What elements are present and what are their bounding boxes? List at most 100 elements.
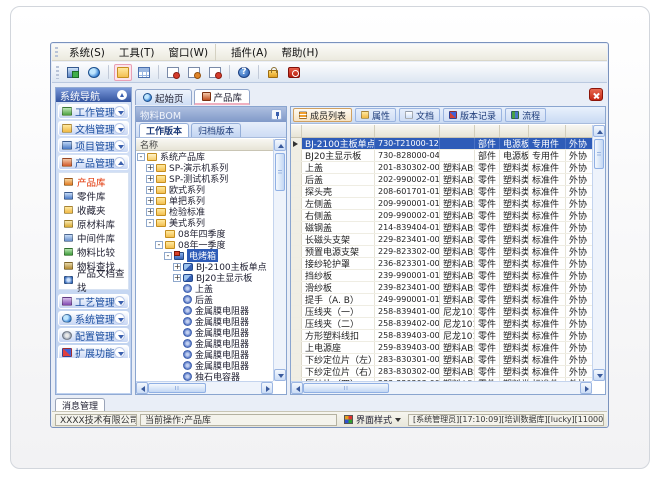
menu-item[interactable]: 工具(T) xyxy=(112,44,162,61)
sidebar-item[interactable]: 零件库 xyxy=(59,189,128,203)
table-column-header[interactable] xyxy=(475,125,500,137)
BJ20主显示板[interactable]: BJ20主显示板 730-828000-04E 部件 电源板 专用件 外协 颗 xyxy=(291,150,592,162)
tree-scroll-thumb[interactable] xyxy=(275,153,285,191)
滑纱板[interactable]: 滑纱板 239-823401-00E 塑料ABS 零件 塑料类 标准件 外协 条 xyxy=(291,282,592,294)
tree-expander-icon[interactable]: + xyxy=(146,164,154,172)
toolbar-grip[interactable] xyxy=(55,47,58,58)
tree-expander-icon[interactable]: + xyxy=(146,175,154,183)
menu-item[interactable]: 帮助(H) xyxy=(274,44,325,61)
table-column-header[interactable] xyxy=(500,125,529,137)
chevron-icon[interactable] xyxy=(114,296,125,307)
table-column-header[interactable] xyxy=(566,125,592,137)
sidebar-item[interactable]: 原材料库 xyxy=(59,217,128,231)
tree-vertical-scrollbar[interactable] xyxy=(273,139,286,381)
table-column-header[interactable] xyxy=(375,125,440,137)
tree-expander-icon[interactable]: + xyxy=(146,197,154,205)
member-tab[interactable]: 属性 xyxy=(355,108,396,122)
tree-horizontal-scrollbar[interactable] xyxy=(136,381,273,394)
tree-expander-icon[interactable]: + xyxy=(173,263,181,271)
exit-icon[interactable] xyxy=(285,64,303,81)
长磁头支架[interactable]: 长磁头支架 229-823401-00E 塑料ABS 零件 塑料类 标准件 外协… xyxy=(291,234,592,246)
new-document-icon[interactable] xyxy=(164,64,182,81)
压线夹（二）[interactable]: 压线夹（二） 258-839402-00E 尼龙1010 零件 塑料类 标准件 … xyxy=(291,318,592,330)
table-vertical-scrollbar[interactable] xyxy=(592,125,605,381)
ui-style-button[interactable]: 界面样式 xyxy=(340,413,405,426)
sidebar-group[interactable]: 文档管理 xyxy=(58,121,129,136)
tree-expander-icon[interactable] xyxy=(173,373,181,381)
delete-document-icon[interactable] xyxy=(206,64,224,81)
sidebar-item[interactable]: 产品库 xyxy=(59,175,128,189)
lock-icon[interactable] xyxy=(264,64,282,81)
scroll-up-icon[interactable] xyxy=(593,125,605,137)
下纱定位片（左）[interactable]: 下纱定位片（左） 283-830301-00E 塑料ABS 零件 塑料类 标准件… xyxy=(291,354,592,366)
scroll-down-icon[interactable] xyxy=(274,369,286,381)
collapse-sidebar-icon[interactable] xyxy=(117,90,127,100)
pin-icon[interactable] xyxy=(271,109,282,120)
右侧盖[interactable]: 右侧盖 209-990002-01E 塑料ABS 零件 塑料类 标准件 外协 条 xyxy=(291,210,592,222)
menu-item[interactable]: 插件(A) xyxy=(224,44,274,61)
toolbar-grip[interactable] xyxy=(56,66,59,79)
sidebar-group[interactable]: 产品管理 xyxy=(58,155,129,170)
tree-expander-icon[interactable] xyxy=(155,230,163,238)
后盖[interactable]: 后盖 202-990002-01E 塑料ABS 零件 塑料类 标准件 外协 条 xyxy=(291,174,592,186)
edit-document-icon[interactable] xyxy=(185,64,203,81)
tree-expander-icon[interactable]: + xyxy=(146,208,154,216)
document-tab[interactable]: 起始页 xyxy=(135,89,192,105)
tree-expander-icon[interactable] xyxy=(173,340,181,348)
sidebar-group[interactable]: 工艺管理 xyxy=(58,294,129,309)
tree-expander-icon[interactable] xyxy=(173,318,181,326)
提手（A. B）[interactable]: 提手（A. B） 249-990001-01E 塑料ABS 零件 塑料类 标准件… xyxy=(291,294,592,306)
chevron-icon[interactable] xyxy=(114,106,125,117)
tree-expander-icon[interactable] xyxy=(173,351,181,359)
scroll-up-icon[interactable] xyxy=(274,139,286,151)
data-grid-icon[interactable] xyxy=(135,64,153,81)
document-tab[interactable]: 产品库 xyxy=(194,89,251,105)
sidebar-group[interactable]: 系统管理 xyxy=(58,311,129,326)
方形塑料线扣[interactable]: 方形塑料线扣 258-839403-00E 尼龙1010 零件 塑料类 标准件 … xyxy=(291,330,592,342)
table-hscroll-thumb[interactable] xyxy=(303,383,389,393)
tree-hscroll-thumb[interactable] xyxy=(148,383,206,393)
scroll-right-icon[interactable] xyxy=(261,382,273,394)
chevron-icon[interactable] xyxy=(114,140,125,151)
table-column-header[interactable] xyxy=(302,125,375,137)
chevron-icon[interactable] xyxy=(114,313,125,324)
sidebar-group[interactable]: 工作管理 xyxy=(58,104,129,119)
tree-expander-icon[interactable]: - xyxy=(137,153,145,161)
open-folder-icon[interactable] xyxy=(114,64,132,81)
压线夹（一）[interactable]: 压线夹（一） 258-839401-00E 尼龙1010 零件 塑料类 标准件 … xyxy=(291,306,592,318)
挡纱板[interactable]: 挡纱板 239-990001-01E 塑料ABS 零件 塑料类 标准件 外协 条 xyxy=(291,270,592,282)
close-document-icon[interactable] xyxy=(589,88,603,101)
预置电源支架[interactable]: 预置电源支架 229-823302-00E 塑料ABS 零件 塑料类 标准件 外… xyxy=(291,246,592,258)
tree-node[interactable]: 独石电容器 xyxy=(136,371,273,381)
chevron-icon[interactable] xyxy=(114,157,125,168)
table-horizontal-scrollbar[interactable] xyxy=(291,381,592,394)
tree-column-header[interactable]: 名称 xyxy=(136,139,273,151)
tree-expander-icon[interactable]: - xyxy=(155,241,163,249)
tree-expander-icon[interactable] xyxy=(173,329,181,337)
chevron-icon[interactable] xyxy=(114,123,125,134)
member-tab[interactable]: 成员列表 xyxy=(293,108,352,122)
探头壳[interactable]: 探头壳 208-601701-01E 塑料ABS 零件 塑料类 标准件 外协 条 xyxy=(291,186,592,198)
globe-icon[interactable] xyxy=(85,64,103,81)
menu-item[interactable]: 窗口(W) xyxy=(161,44,216,61)
member-tab[interactable]: 文档 xyxy=(399,108,440,122)
version-tab[interactable]: 归档版本 xyxy=(191,123,241,137)
sidebar-item[interactable]: 产品文档查找 xyxy=(59,273,128,287)
sidebar-item[interactable]: 收藏夹 xyxy=(59,203,128,217)
tree-expander-icon[interactable]: - xyxy=(146,219,154,227)
help-icon[interactable] xyxy=(235,64,253,81)
scroll-left-icon[interactable] xyxy=(136,382,148,394)
message-manager-tab[interactable]: 消息管理 xyxy=(55,398,105,411)
tree-expander-icon[interactable]: - xyxy=(164,252,172,260)
sidebar-group[interactable]: 配置管理 xyxy=(58,328,129,343)
chevron-icon[interactable] xyxy=(114,330,125,341)
左侧盖[interactable]: 左侧盖 209-990001-01E 塑料ABS 零件 塑料类 标准件 外协 条 xyxy=(291,198,592,210)
scroll-left-icon[interactable] xyxy=(291,382,303,394)
table-scroll-thumb[interactable] xyxy=(594,139,604,169)
tree-expander-icon[interactable]: + xyxy=(146,186,154,194)
下纱定位片（右）[interactable]: 下纱定位片（右） 283-830302-00E 塑料ABS 零件 塑料类 标准件… xyxy=(291,366,592,378)
member-tab[interactable]: 版本记录 xyxy=(443,108,502,122)
上电源座[interactable]: 上电源座 259-839403-00E 塑料ABS 零件 塑料类 标准件 外协 … xyxy=(291,342,592,354)
接纱轮护罩[interactable]: 接纱轮护罩 236-823301-00E 塑料ABS 零件 塑料类 标准件 外协… xyxy=(291,258,592,270)
磁钢盖[interactable]: 磁钢盖 214-839404-01E 塑料ABS 零件 塑料类 标准件 外协 条 xyxy=(291,222,592,234)
